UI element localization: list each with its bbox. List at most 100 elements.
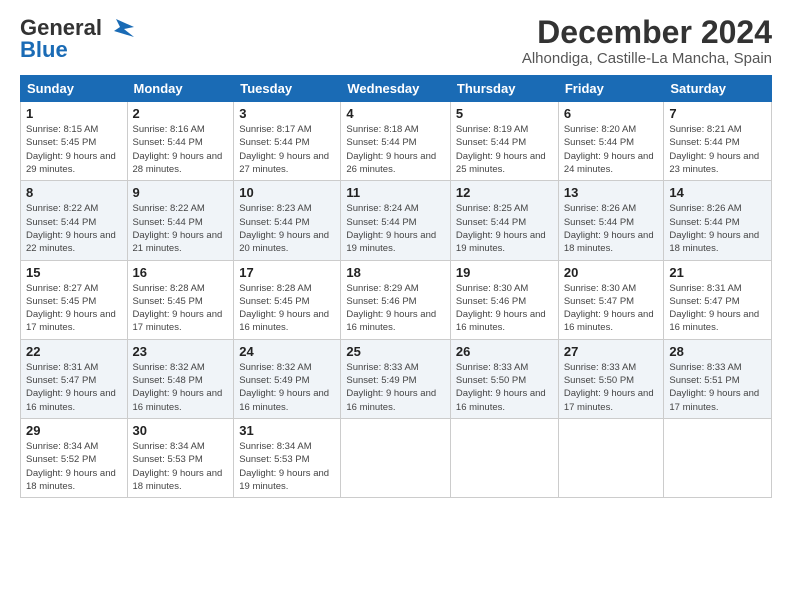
day-number: 7 [669, 106, 766, 121]
day-number: 9 [133, 185, 229, 200]
day-number: 6 [564, 106, 659, 121]
day-info: Sunrise: 8:33 AMSunset: 5:51 PMDaylight:… [669, 362, 759, 413]
calendar-cell: 26Sunrise: 8:33 AMSunset: 5:50 PMDayligh… [450, 339, 558, 418]
header: General Blue December 2024 Alhondiga, Ca… [20, 15, 772, 67]
calendar-cell: 31 Sunrise: 8:34 AMSunset: 5:53 PMDayligh… [234, 418, 341, 497]
day-info: Sunrise: 8:26 AMSunset: 5:44 PMDaylight:… [564, 203, 654, 254]
calendar-cell: 4 Sunrise: 8:18 AMSunset: 5:44 PMDaylight… [341, 102, 451, 181]
day-info: Sunrise: 8:20 AMSunset: 5:44 PMDaylight:… [564, 124, 654, 175]
day-info: Sunrise: 8:32 AMSunset: 5:48 PMDaylight:… [133, 362, 223, 413]
day-number: 26 [456, 344, 553, 359]
day-number: 4 [346, 106, 445, 121]
page: General Blue December 2024 Alhondiga, Ca… [0, 0, 792, 612]
col-header-sunday: Sunday [21, 76, 128, 102]
day-info: Sunrise: 8:28 AMSunset: 5:45 PMDaylight:… [133, 283, 223, 334]
calendar-cell: 15 Sunrise: 8:27 AMSunset: 5:45 PMDayligh… [21, 260, 128, 339]
calendar-cell: 11 Sunrise: 8:24 AMSunset: 5:44 PMDayligh… [341, 181, 451, 260]
day-number: 16 [133, 265, 229, 280]
calendar-cell: 23Sunrise: 8:32 AMSunset: 5:48 PMDayligh… [127, 339, 234, 418]
col-header-thursday: Thursday [450, 76, 558, 102]
day-info: Sunrise: 8:34 AMSunset: 5:53 PMDaylight:… [133, 441, 223, 492]
day-info: Sunrise: 8:30 AMSunset: 5:47 PMDaylight:… [564, 283, 654, 334]
day-number: 1 [26, 106, 122, 121]
calendar-cell: 29Sunrise: 8:34 AMSunset: 5:52 PMDayligh… [21, 418, 128, 497]
day-number: 31 [239, 423, 335, 438]
calendar-cell: 24Sunrise: 8:32 AMSunset: 5:49 PMDayligh… [234, 339, 341, 418]
day-info: Sunrise: 8:21 AMSunset: 5:44 PMDaylight:… [669, 124, 759, 175]
calendar-cell: 18 Sunrise: 8:29 AMSunset: 5:46 PMDayligh… [341, 260, 451, 339]
calendar-cell: 22Sunrise: 8:31 AMSunset: 5:47 PMDayligh… [21, 339, 128, 418]
day-number: 30 [133, 423, 229, 438]
subtitle: Alhondiga, Castille-La Mancha, Spain [522, 50, 772, 67]
calendar-cell: 5 Sunrise: 8:19 AMSunset: 5:44 PMDaylight… [450, 102, 558, 181]
day-info: Sunrise: 8:31 AMSunset: 5:47 PMDaylight:… [669, 283, 759, 334]
col-header-tuesday: Tuesday [234, 76, 341, 102]
calendar-cell: 21Sunrise: 8:31 AMSunset: 5:47 PMDayligh… [664, 260, 772, 339]
calendar-cell: 28 Sunrise: 8:33 AMSunset: 5:51 PMDayligh… [664, 339, 772, 418]
day-info: Sunrise: 8:25 AMSunset: 5:44 PMDaylight:… [456, 203, 546, 254]
day-number: 20 [564, 265, 659, 280]
day-number: 27 [564, 344, 659, 359]
col-header-monday: Monday [127, 76, 234, 102]
day-number: 15 [26, 265, 122, 280]
calendar-cell: 1 Sunrise: 8:15 AMSunset: 5:45 PMDaylight… [21, 102, 128, 181]
day-info: Sunrise: 8:24 AMSunset: 5:44 PMDaylight:… [346, 203, 436, 254]
calendar-cell [450, 418, 558, 497]
calendar-cell: 2 Sunrise: 8:16 AMSunset: 5:44 PMDaylight… [127, 102, 234, 181]
calendar-cell: 7 Sunrise: 8:21 AMSunset: 5:44 PMDaylight… [664, 102, 772, 181]
day-info: Sunrise: 8:19 AMSunset: 5:44 PMDaylight:… [456, 124, 546, 175]
logo-blue: Blue [20, 37, 68, 63]
day-number: 11 [346, 185, 445, 200]
calendar-cell: 20 Sunrise: 8:30 AMSunset: 5:47 PMDayligh… [558, 260, 664, 339]
day-info: Sunrise: 8:34 AMSunset: 5:52 PMDaylight:… [26, 441, 116, 492]
calendar-cell: 6 Sunrise: 8:20 AMSunset: 5:44 PMDaylight… [558, 102, 664, 181]
day-number: 8 [26, 185, 122, 200]
day-info: Sunrise: 8:27 AMSunset: 5:45 PMDaylight:… [26, 283, 116, 334]
day-info: Sunrise: 8:32 AMSunset: 5:49 PMDaylight:… [239, 362, 329, 413]
day-info: Sunrise: 8:22 AMSunset: 5:44 PMDaylight:… [133, 203, 223, 254]
day-info: Sunrise: 8:16 AMSunset: 5:44 PMDaylight:… [133, 124, 223, 175]
calendar-week-1: 1 Sunrise: 8:15 AMSunset: 5:45 PMDaylight… [21, 102, 772, 181]
col-header-saturday: Saturday [664, 76, 772, 102]
calendar-cell [664, 418, 772, 497]
logo-bird-icon [106, 19, 134, 41]
calendar-cell: 16 Sunrise: 8:28 AMSunset: 5:45 PMDayligh… [127, 260, 234, 339]
calendar-cell: 9 Sunrise: 8:22 AMSunset: 5:44 PMDaylight… [127, 181, 234, 260]
day-number: 28 [669, 344, 766, 359]
day-number: 2 [133, 106, 229, 121]
day-info: Sunrise: 8:15 AMSunset: 5:45 PMDaylight:… [26, 124, 116, 175]
day-info: Sunrise: 8:17 AMSunset: 5:44 PMDaylight:… [239, 124, 329, 175]
day-info: Sunrise: 8:29 AMSunset: 5:46 PMDaylight:… [346, 283, 436, 334]
calendar-cell: 14Sunrise: 8:26 AMSunset: 5:44 PMDayligh… [664, 181, 772, 260]
calendar-cell: 12 Sunrise: 8:25 AMSunset: 5:44 PMDayligh… [450, 181, 558, 260]
day-info: Sunrise: 8:23 AMSunset: 5:44 PMDaylight:… [239, 203, 329, 254]
day-info: Sunrise: 8:30 AMSunset: 5:46 PMDaylight:… [456, 283, 546, 334]
calendar-week-3: 15 Sunrise: 8:27 AMSunset: 5:45 PMDayligh… [21, 260, 772, 339]
calendar-week-2: 8 Sunrise: 8:22 AMSunset: 5:44 PMDaylight… [21, 181, 772, 260]
logo: General Blue [20, 15, 134, 63]
title-block: December 2024 Alhondiga, Castille-La Man… [522, 15, 772, 67]
calendar-cell: 10Sunrise: 8:23 AMSunset: 5:44 PMDayligh… [234, 181, 341, 260]
day-number: 12 [456, 185, 553, 200]
calendar-cell: 30 Sunrise: 8:34 AMSunset: 5:53 PMDayligh… [127, 418, 234, 497]
day-number: 22 [26, 344, 122, 359]
calendar-cell: 17 Sunrise: 8:28 AMSunset: 5:45 PMDayligh… [234, 260, 341, 339]
day-info: Sunrise: 8:28 AMSunset: 5:45 PMDaylight:… [239, 283, 329, 334]
day-info: Sunrise: 8:18 AMSunset: 5:44 PMDaylight:… [346, 124, 436, 175]
day-number: 18 [346, 265, 445, 280]
day-info: Sunrise: 8:33 AMSunset: 5:50 PMDaylight:… [564, 362, 654, 413]
main-title: December 2024 [522, 15, 772, 50]
day-number: 5 [456, 106, 553, 121]
day-info: Sunrise: 8:22 AMSunset: 5:44 PMDaylight:… [26, 203, 116, 254]
calendar-cell [341, 418, 451, 497]
calendar-cell: 25Sunrise: 8:33 AMSunset: 5:49 PMDayligh… [341, 339, 451, 418]
calendar-week-5: 29Sunrise: 8:34 AMSunset: 5:52 PMDayligh… [21, 418, 772, 497]
day-number: 17 [239, 265, 335, 280]
day-info: Sunrise: 8:26 AMSunset: 5:44 PMDaylight:… [669, 203, 759, 254]
calendar-cell [558, 418, 664, 497]
calendar-week-4: 22Sunrise: 8:31 AMSunset: 5:47 PMDayligh… [21, 339, 772, 418]
day-info: Sunrise: 8:34 AMSunset: 5:53 PMDaylight:… [239, 441, 329, 492]
col-header-friday: Friday [558, 76, 664, 102]
day-number: 19 [456, 265, 553, 280]
day-number: 25 [346, 344, 445, 359]
